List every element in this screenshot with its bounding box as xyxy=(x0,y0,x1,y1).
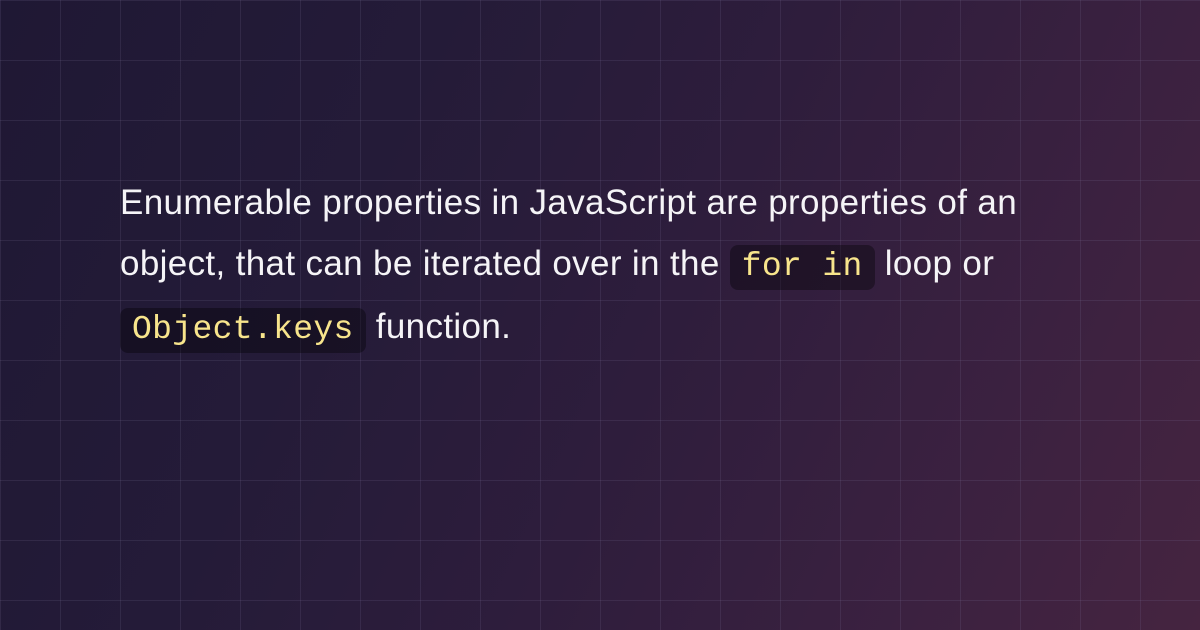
text-segment-2: loop or xyxy=(875,244,995,283)
code-for-in: for in xyxy=(730,245,875,290)
text-segment-3: function. xyxy=(366,307,512,346)
code-object-keys: Object.keys xyxy=(120,308,366,353)
description-paragraph: Enumerable properties in JavaScript are … xyxy=(120,172,1080,359)
main-content: Enumerable properties in JavaScript are … xyxy=(0,0,1200,359)
